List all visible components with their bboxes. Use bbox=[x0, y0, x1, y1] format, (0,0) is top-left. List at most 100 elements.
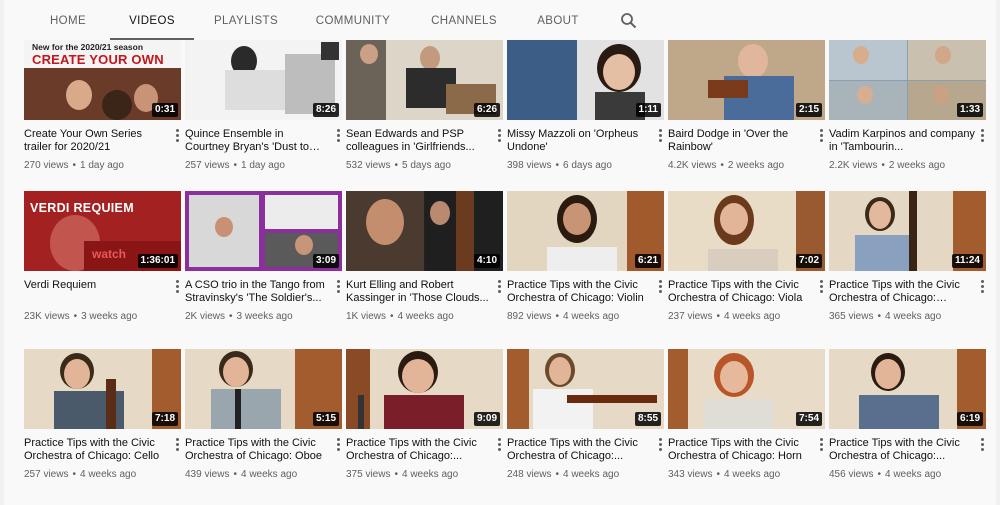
more-actions-icon[interactable] bbox=[978, 279, 986, 293]
more-actions-icon[interactable] bbox=[817, 128, 825, 142]
tab-videos[interactable]: VIDEOS bbox=[110, 0, 194, 40]
video-title[interactable]: Practice Tips with the Civic Orchestra o… bbox=[507, 437, 653, 463]
video-title[interactable]: Create Your Own Series trailer for 2020/… bbox=[24, 128, 170, 154]
video-card[interactable]: 6:19 Practice Tips with the Civic Orchest… bbox=[829, 349, 986, 485]
video-thumbnail[interactable]: 1:11 bbox=[507, 40, 664, 120]
meta-separator: • bbox=[73, 311, 78, 322]
video-title[interactable]: Practice Tips with the Civic Orchestra o… bbox=[829, 279, 975, 305]
tab-channels[interactable]: CHANNELS bbox=[424, 0, 504, 40]
video-card[interactable]: 7:02 Practice Tips with the Civic Orchest… bbox=[668, 191, 825, 327]
more-actions-icon[interactable] bbox=[656, 279, 664, 293]
more-actions-icon[interactable] bbox=[173, 128, 181, 142]
meta-separator: • bbox=[394, 160, 398, 171]
video-title[interactable]: Quince Ensemble in Courtney Bryan's 'Dus… bbox=[185, 128, 331, 154]
video-card[interactable]: 11:24 Practice Tips with the Civic Orches… bbox=[829, 191, 986, 327]
video-title[interactable]: Practice Tips with the Civic Orchestra o… bbox=[668, 279, 814, 305]
more-actions-icon[interactable] bbox=[495, 279, 503, 293]
search-icon[interactable] bbox=[620, 12, 638, 30]
more-actions-icon[interactable] bbox=[173, 279, 181, 293]
video-card[interactable]: 8:26 Quince Ensemble in Courtney Bryan's … bbox=[185, 40, 342, 176]
more-actions-icon[interactable] bbox=[978, 437, 986, 451]
video-thumbnail[interactable]: 8:26 bbox=[185, 40, 342, 120]
more-actions-icon[interactable] bbox=[173, 437, 181, 451]
channel-page: HOME VIDEOS PLAYLISTS COMMUNITY CHANNELS… bbox=[4, 0, 996, 505]
tab-community[interactable]: COMMUNITY bbox=[310, 0, 396, 40]
video-thumbnail[interactable]: New for the 2020/21 season CREATE YOUR OW… bbox=[24, 40, 181, 120]
video-thumbnail[interactable]: 7:18 bbox=[24, 349, 181, 429]
video-title[interactable]: Practice Tips with the Civic Orchestra o… bbox=[829, 437, 975, 463]
video-thumbnail[interactable]: 1:33 bbox=[829, 40, 986, 120]
more-actions-icon[interactable] bbox=[495, 437, 503, 451]
view-count: 439 views bbox=[185, 469, 230, 480]
video-thumbnail[interactable]: 11:24 bbox=[829, 191, 986, 271]
video-title[interactable]: Baird Dodge in 'Over the Rainbow' bbox=[668, 128, 814, 154]
video-card[interactable]: 4:10 Kurt Elling and Robert Kassinger in … bbox=[346, 191, 503, 327]
video-thumbnail[interactable]: 5:15 bbox=[185, 349, 342, 429]
thumbnail-overlay-text: watch bbox=[92, 247, 127, 261]
video-thumbnail[interactable]: 6:19 bbox=[829, 349, 986, 429]
video-title[interactable]: Verdi Requiem bbox=[24, 279, 170, 292]
meta-separator: • bbox=[233, 469, 237, 480]
video-title[interactable]: Practice Tips with the Civic Orchestra o… bbox=[24, 437, 170, 463]
video-card[interactable]: 6:26 Sean Edwards and PSP colleagues in '… bbox=[346, 40, 503, 176]
tab-label: COMMUNITY bbox=[315, 15, 391, 27]
video-thumbnail[interactable]: 4:10 bbox=[346, 191, 503, 271]
more-actions-icon[interactable] bbox=[334, 128, 342, 142]
view-count: 248 views bbox=[507, 469, 552, 480]
duration-badge: 7:18 bbox=[151, 412, 178, 426]
video-card[interactable]: VERDI REQUIEM watch 1:36:01 Verdi Requiem 23… bbox=[24, 191, 181, 327]
video-thumbnail[interactable]: 7:54 bbox=[668, 349, 825, 429]
video-meta: 4.2K views • 2 weeks ago bbox=[668, 160, 784, 171]
view-count: 343 views bbox=[668, 469, 713, 480]
video-card[interactable]: New for the 2020/21 season CREATE YOUR OW… bbox=[24, 40, 181, 176]
video-card[interactable]: 2:15 Baird Dodge in 'Over the Rainbow' 4.2… bbox=[668, 40, 825, 176]
more-actions-icon[interactable] bbox=[334, 437, 342, 451]
video-title[interactable]: Practice Tips with the Civic Orchestra o… bbox=[507, 279, 653, 305]
more-actions-icon[interactable] bbox=[817, 437, 825, 451]
video-card[interactable]: 1:33 Vadim Karpinos and company in 'Tambo… bbox=[829, 40, 986, 176]
upload-age: 1 day ago bbox=[240, 160, 285, 171]
video-title[interactable]: Kurt Elling and Robert Kassinger in 'Tho… bbox=[346, 279, 492, 305]
video-meta: 343 views • 4 weeks ago bbox=[668, 469, 780, 480]
video-card[interactable]: 1:11 Missy Mazzoli on 'Orpheus Undone' 398… bbox=[507, 40, 664, 176]
video-title[interactable]: Missy Mazzoli on 'Orpheus Undone' bbox=[507, 128, 653, 154]
more-actions-icon[interactable] bbox=[656, 128, 664, 142]
upload-age: 3 weeks ago bbox=[236, 311, 293, 322]
video-title[interactable]: Practice Tips with the Civic Orchestra o… bbox=[185, 437, 331, 463]
video-card[interactable]: 6:21 Practice Tips with the Civic Orchest… bbox=[507, 191, 664, 327]
video-title[interactable]: Practice Tips with the Civic Orchestra o… bbox=[346, 437, 492, 463]
video-card[interactable]: 7:54 Practice Tips with the Civic Orchest… bbox=[668, 349, 825, 485]
meta-separator: • bbox=[72, 469, 76, 480]
video-thumbnail[interactable]: 6:21 bbox=[507, 191, 664, 271]
more-actions-icon[interactable] bbox=[495, 128, 503, 142]
video-thumbnail[interactable]: 2:15 bbox=[668, 40, 825, 120]
video-title[interactable]: Practice Tips with the Civic Orchestra o… bbox=[668, 437, 814, 463]
video-title[interactable]: Sean Edwards and PSP colleagues in 'Girl… bbox=[346, 128, 492, 154]
more-actions-icon[interactable] bbox=[334, 279, 342, 293]
more-actions-icon[interactable] bbox=[817, 279, 825, 293]
video-thumbnail[interactable]: 6:26 bbox=[346, 40, 503, 120]
video-meta: 2.2K views • 2 weeks ago bbox=[829, 160, 945, 171]
video-meta: 270 views • 1 day ago bbox=[24, 160, 124, 171]
meta-separator: • bbox=[716, 311, 720, 322]
video-thumbnail[interactable]: 3:09 bbox=[185, 191, 342, 271]
video-thumbnail[interactable]: 8:55 bbox=[507, 349, 664, 429]
video-card[interactable]: 3:09 A CSO trio in the Tango from Stravin… bbox=[185, 191, 342, 327]
video-thumbnail[interactable]: VERDI REQUIEM watch 1:36:01 bbox=[24, 191, 181, 271]
view-count: 375 views bbox=[346, 469, 391, 480]
video-title[interactable]: Vadim Karpinos and company in 'Tambourin… bbox=[829, 128, 975, 154]
video-card[interactable]: 9:09 Practice Tips with the Civic Orchest… bbox=[346, 349, 503, 485]
view-count: 398 views bbox=[507, 160, 552, 171]
tab-home[interactable]: HOME bbox=[42, 0, 94, 40]
video-title[interactable]: A CSO trio in the Tango from Stravinsky'… bbox=[185, 279, 331, 305]
tab-playlists[interactable]: PLAYLISTS bbox=[208, 0, 284, 40]
more-actions-icon[interactable] bbox=[656, 437, 664, 451]
video-card[interactable]: 8:55 Practice Tips with the Civic Orchest… bbox=[507, 349, 664, 485]
more-actions-icon[interactable] bbox=[978, 128, 986, 142]
video-thumbnail[interactable]: 9:09 bbox=[346, 349, 503, 429]
tab-about[interactable]: ABOUT bbox=[530, 0, 586, 40]
video-meta: 439 views • 4 weeks ago bbox=[185, 469, 297, 480]
video-thumbnail[interactable]: 7:02 bbox=[668, 191, 825, 271]
video-card[interactable]: 7:18 Practice Tips with the Civic Orchest… bbox=[24, 349, 181, 485]
video-card[interactable]: 5:15 Practice Tips with the Civic Orchest… bbox=[185, 349, 342, 485]
